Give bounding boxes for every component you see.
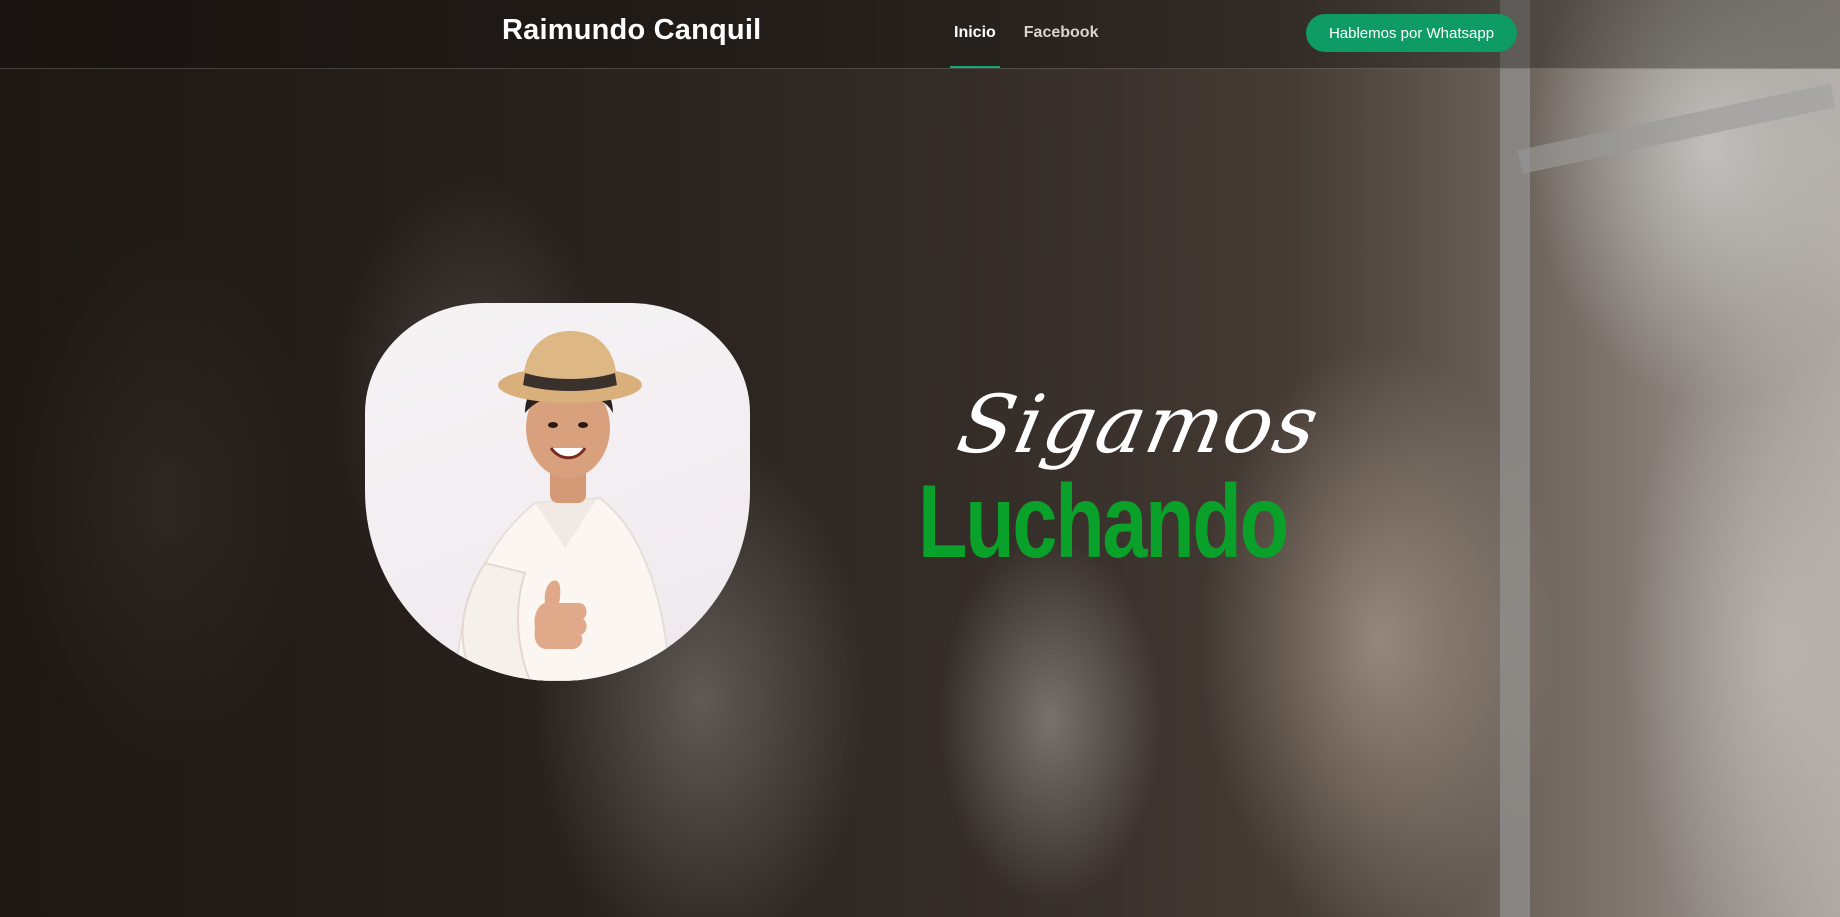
hero-script-headline: Sigamos [950, 378, 1329, 471]
portrait-illustration [453, 331, 672, 681]
hero-dark-overlay [0, 0, 1840, 917]
nav-item-inicio[interactable]: Inicio [950, 0, 1000, 68]
portrait-photo [365, 303, 750, 681]
whatsapp-cta-button[interactable]: Hablemos por Whatsapp [1306, 14, 1517, 52]
hero-bold-headline: Luchando [918, 464, 1289, 580]
site-header: Raimundo Canquil Inicio Facebook Hablemo… [0, 0, 1840, 69]
main-nav: Inicio Facebook [950, 0, 1099, 68]
site-brand[interactable]: Raimundo Canquil [502, 14, 761, 47]
nav-item-facebook[interactable]: Facebook [1024, 0, 1099, 68]
page: Raimundo Canquil Inicio Facebook Hablemo… [0, 0, 1840, 917]
